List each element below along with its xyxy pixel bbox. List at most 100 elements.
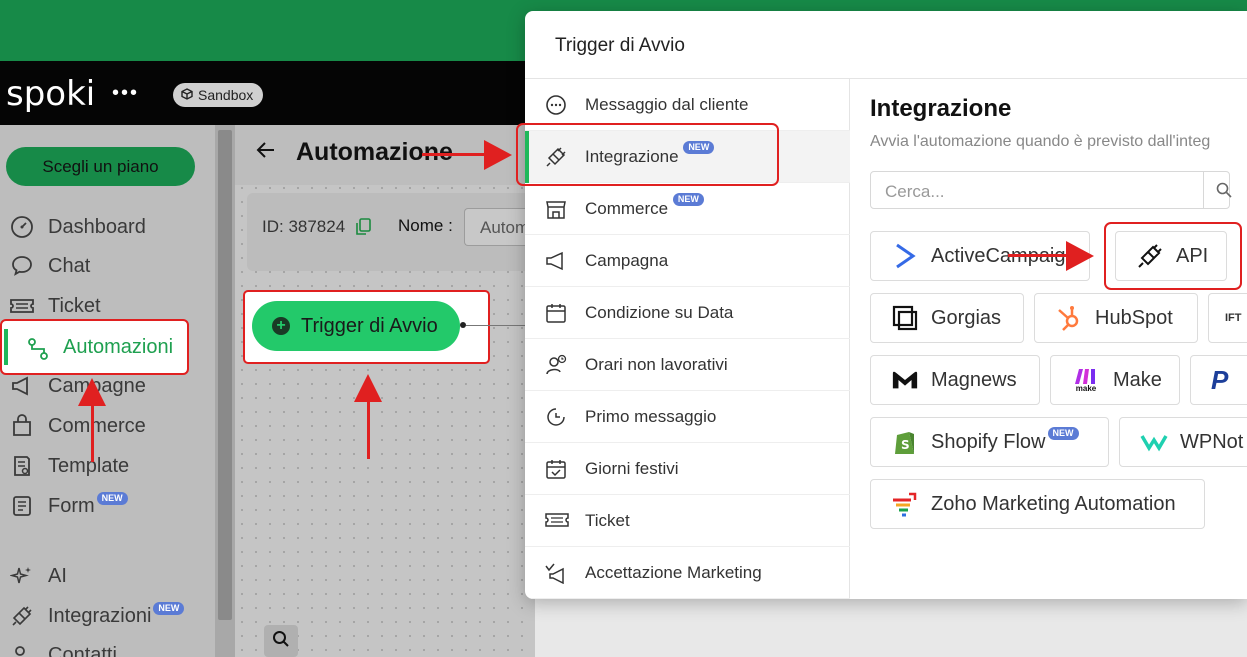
sidebar-item-template[interactable]: Template <box>8 451 129 481</box>
clock-icon <box>545 406 567 428</box>
shopify-icon: S <box>891 428 919 456</box>
annotation-arrow-head <box>78 378 106 406</box>
search-icon <box>272 630 290 653</box>
trigger-item-label: Commerce NEW <box>585 193 704 219</box>
sidebar-scroll-thumb[interactable] <box>218 130 232 620</box>
integration-tile-paypal[interactable]: P <box>1190 355 1247 405</box>
sidebar-item-chat[interactable]: Chat <box>8 251 90 281</box>
new-badge: NEW <box>1047 426 1079 440</box>
integration-tile-ifttt[interactable]: IFT <box>1208 293 1247 343</box>
trigger-item-label: Accettazione Marketing <box>585 563 762 582</box>
integration-tile-make[interactable]: make Make <box>1050 355 1180 405</box>
zoom-button[interactable] <box>264 625 298 657</box>
trigger-start-label: Trigger di Avvio <box>301 314 438 337</box>
store-icon <box>545 198 567 220</box>
gauge-icon <box>8 215 36 239</box>
new-badge: NEW <box>153 601 185 615</box>
sidebar-item-label: Contatti <box>48 643 117 657</box>
magnews-icon <box>891 366 919 394</box>
sidebar-item-commerce[interactable]: Commerce <box>8 411 146 441</box>
integration-tile-hubspot[interactable]: HubSpot <box>1034 293 1198 343</box>
sidebar-item-ai[interactable]: AI <box>8 561 67 591</box>
trigger-item-label: Primo messaggio <box>585 407 717 426</box>
sidebar-item-campagne[interactable]: Campagne <box>8 371 146 401</box>
sparkle-icon <box>8 564 36 588</box>
choose-plan-button[interactable]: Scegli un piano <box>6 147 195 186</box>
sidebar-item-form[interactable]: Form NEW <box>8 491 128 521</box>
ifttt-icon: IFT <box>1225 312 1242 324</box>
tile-label: Magnews <box>931 368 1017 391</box>
sidebar-item-automazioni[interactable]: Automazioni <box>0 319 189 375</box>
cube-icon <box>181 83 193 107</box>
annotation-arrow-head <box>354 374 382 402</box>
tile-label: WPNot <box>1180 430 1244 453</box>
integration-tile-shopify-flow[interactable]: S Shopify Flow NEW <box>870 417 1109 467</box>
megaphone-icon <box>8 374 36 398</box>
paypal-icon: P <box>1211 364 1229 395</box>
sidebar-item-label: Ticket <box>48 294 101 317</box>
annotation-arrow-shaft <box>91 404 94 462</box>
chat-bubble-icon <box>545 94 567 116</box>
integration-title: Integrazione <box>870 95 1012 122</box>
sidebar-item-label: AI <box>48 564 67 587</box>
active-indicator <box>4 329 8 365</box>
annotation-arrow-shaft <box>422 153 488 156</box>
sidebar-item-contatti[interactable]: Contatti <box>8 640 117 657</box>
trigger-item-giorni-festivi[interactable]: Giorni festivi <box>525 443 850 495</box>
integration-tile-gorgias[interactable]: Gorgias <box>870 293 1024 343</box>
sidebar-item-ticket[interactable]: Ticket <box>8 291 101 321</box>
modal-title: Trigger di Avvio <box>555 35 685 56</box>
make-icon: make <box>1071 366 1101 394</box>
trigger-item-campagna[interactable]: Campagna <box>525 235 850 287</box>
plug-icon <box>8 604 36 628</box>
chat-icon <box>8 254 36 278</box>
make-sublabel: make <box>1075 383 1097 393</box>
integration-tile-zoho[interactable]: Zoho Marketing Automation <box>870 479 1205 529</box>
form-icon <box>8 494 36 518</box>
ticket-icon <box>545 510 569 532</box>
tile-label: HubSpot <box>1095 306 1173 329</box>
annotation-arrow-shaft <box>367 400 370 459</box>
sidebar-item-label: Form <box>48 494 95 517</box>
megaphone-icon <box>545 250 567 272</box>
integration-tile-magnews[interactable]: Magnews <box>870 355 1040 405</box>
bag-icon <box>8 414 36 438</box>
sidebar-item-label: Template <box>48 454 130 477</box>
trigger-item-label: Ticket <box>585 511 630 530</box>
wpnotif-icon <box>1140 428 1168 456</box>
trigger-item-accettazione[interactable]: Accettazione Marketing <box>525 547 850 599</box>
logo-dots: ••• <box>112 82 140 104</box>
search-icon[interactable] <box>1203 172 1243 208</box>
trigger-item-orari[interactable]: Orari non lavorativi <box>525 339 850 391</box>
trigger-item-primo-messaggio[interactable]: Primo messaggio <box>525 391 850 443</box>
trigger-start-button[interactable]: + Trigger di Avvio <box>252 301 460 351</box>
user-clock-icon <box>545 354 567 376</box>
sidebar-item-integrazioni[interactable]: Integrazioni NEW <box>8 601 185 631</box>
sandbox-badge: Sandbox <box>173 83 264 107</box>
integration-tile-wpnotif[interactable]: WPNot <box>1119 417 1247 467</box>
calendar-icon <box>545 302 567 324</box>
trigger-item-ticket[interactable]: Ticket <box>525 495 850 547</box>
spoki-logo[interactable]: spoki <box>6 72 95 116</box>
ticket-icon <box>8 294 36 318</box>
sandbox-label: Sandbox <box>198 87 254 103</box>
svg-text:S: S <box>901 438 910 452</box>
plus-icon: + <box>272 317 290 335</box>
search-input[interactable]: Cerca... <box>885 182 945 202</box>
integration-search[interactable]: Cerca... <box>870 171 1232 209</box>
sidebar-item-label: Dashboard <box>48 215 146 238</box>
sidebar-item-label: Commerce <box>48 414 146 437</box>
trigger-item-commerce[interactable]: Commerce NEW <box>525 183 850 235</box>
trigger-item-condizione-data[interactable]: Condizione su Data <box>525 287 850 339</box>
sidebar-item-dashboard[interactable]: Dashboard <box>8 212 146 242</box>
annotation-arrow-head <box>484 140 512 170</box>
zoho-icon <box>891 490 919 518</box>
tile-label: Shopify Flow <box>931 430 1046 453</box>
back-arrow-icon[interactable] <box>256 140 276 166</box>
sidebar-item-label: Automazioni <box>63 336 174 358</box>
gorgias-icon <box>891 304 919 332</box>
integrazione-annotation-box <box>516 123 779 186</box>
name-input[interactable]: Autom <box>464 208 534 246</box>
copy-icon[interactable] <box>355 218 371 241</box>
trigger-item-label: Giorni festivi <box>585 459 679 478</box>
